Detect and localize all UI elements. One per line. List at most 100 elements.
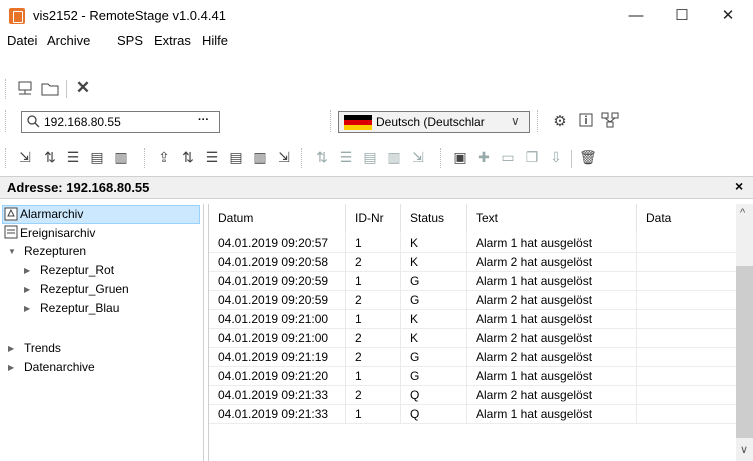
toolbar-grip[interactable] [537,110,541,132]
table-cell[interactable]: Q [401,405,467,424]
column-header-text[interactable]: Text [467,204,637,233]
scroll-up-icon[interactable]: ^ [740,207,745,219]
menu-archive[interactable]: Archive [47,33,90,48]
disconnect-x-icon[interactable]: ✕ [73,78,93,98]
toolbar-grip[interactable] [440,148,444,168]
save-icon[interactable]: ▣ [450,149,470,166]
table-cell[interactable] [637,291,737,310]
table-cell[interactable]: K [401,253,467,272]
tree-item-alarmarchiv[interactable]: Alarmarchiv [2,205,200,224]
table-cell[interactable]: Alarm 1 hat ausgelöst [467,310,637,329]
table-cell[interactable]: G [401,367,467,386]
table-cell[interactable]: G [401,348,467,367]
export-icon[interactable]: ⇲ [408,149,428,166]
chart-icon[interactable]: ▥ [111,149,131,166]
menu-hilfe[interactable]: Hilfe [202,33,228,48]
transfer-icon[interactable]: ⇩ [546,149,566,166]
minimize-button[interactable]: — [613,0,659,31]
table-cell[interactable]: 2 [346,291,401,310]
collapsed-triangle-icon[interactable]: ▶ [8,339,14,358]
table-cell[interactable]: 04.01.2019 09:21:33 [209,386,346,405]
table-cell[interactable]: 2 [346,253,401,272]
connect-icon[interactable] [15,80,35,101]
table-cell[interactable] [637,310,737,329]
chart-icon[interactable]: ▥ [250,149,270,166]
table-cell[interactable]: 1 [346,310,401,329]
toolbar-grip[interactable] [5,148,9,168]
network-icon[interactable] [600,112,620,131]
table-cell[interactable]: 04.01.2019 09:21:33 [209,405,346,424]
table-icon[interactable]: ▤ [87,149,107,166]
table-cell[interactable]: 04.01.2019 09:20:58 [209,253,346,272]
expanded-triangle-icon[interactable]: ▼ [8,242,16,261]
menu-datei[interactable]: Datei [7,33,37,48]
address-combo[interactable]: 192.168.80.55 ··· [21,111,220,133]
table-cell[interactable]: Alarm 2 hat ausgelöst [467,329,637,348]
table-cell[interactable]: 1 [346,272,401,291]
gear-icon[interactable]: ⚙ [550,112,570,130]
column-header-data[interactable]: Data [637,204,737,233]
table-cell[interactable] [637,272,737,291]
table-cell[interactable] [637,234,737,253]
table-icon[interactable]: ▤ [360,149,380,166]
table-cell[interactable]: K [401,329,467,348]
toolbar-grip[interactable] [5,79,9,99]
table-cell[interactable] [637,405,737,424]
table-cell[interactable]: 1 [346,367,401,386]
scrollbar-thumb[interactable] [736,266,753,438]
table-cell[interactable]: K [401,234,467,253]
table-cell[interactable]: 2 [346,329,401,348]
menu-extras[interactable]: Extras [154,33,191,48]
table-cell[interactable]: Alarm 1 hat ausgelöst [467,234,637,253]
table-cell[interactable]: Alarm 1 hat ausgelöst [467,367,637,386]
chart-icon[interactable]: ▥ [384,149,404,166]
table-cell[interactable]: Alarm 2 hat ausgelöst [467,386,637,405]
language-select[interactable]: Deutsch (Deutschlar ∨ [338,111,530,133]
toolbar-grip[interactable] [301,148,305,168]
table-icon[interactable]: ▤ [226,149,246,166]
table-cell[interactable] [637,367,737,386]
close-button[interactable]: ✕ [705,0,751,31]
toolbar-grip[interactable] [5,110,9,132]
sort-icon[interactable]: ⇅ [312,149,332,166]
table-cell[interactable]: Alarm 2 hat ausgelöst [467,348,637,367]
list-icon[interactable]: ☰ [202,149,222,166]
table-cell[interactable]: G [401,272,467,291]
add-icon[interactable]: ✚ [474,149,494,166]
table-cell[interactable]: Q [401,386,467,405]
export-icon[interactable]: ⇲ [274,149,294,166]
table-cell[interactable]: 04.01.2019 09:21:20 [209,367,346,386]
address-more-button[interactable]: ··· [198,114,209,126]
table-cell[interactable]: 04.01.2019 09:21:19 [209,348,346,367]
table-cell[interactable] [637,329,737,348]
address-input[interactable]: 192.168.80.55 [44,115,121,129]
table-cell[interactable]: Alarm 2 hat ausgelöst [467,253,637,272]
table-cell[interactable]: 04.01.2019 09:20:57 [209,234,346,253]
collapsed-triangle-icon[interactable]: ▶ [24,261,30,280]
table-cell[interactable]: 04.01.2019 09:20:59 [209,291,346,310]
scroll-down-icon[interactable]: ∨ [740,443,748,456]
table-cell[interactable]: 04.01.2019 09:20:59 [209,272,346,291]
table-cell[interactable]: 04.01.2019 09:21:00 [209,329,346,348]
maximize-button[interactable]: ☐ [659,0,705,31]
menu-sps[interactable]: SPS [117,33,143,48]
table-cell[interactable]: Alarm 2 hat ausgelöst [467,291,637,310]
table-cell[interactable]: K [401,310,467,329]
export-icon[interactable]: ⇲ [15,149,35,166]
table-cell[interactable]: 04.01.2019 09:21:00 [209,310,346,329]
toolbar-grip[interactable] [330,110,334,132]
upload-icon[interactable]: ⇪ [154,149,174,166]
sort-icon[interactable]: ⇅ [178,149,198,166]
info-icon[interactable] [576,112,596,131]
table-cell[interactable] [637,348,737,367]
table-cell[interactable]: 2 [346,386,401,405]
copy-icon[interactable]: ❐ [522,149,542,166]
table-cell[interactable]: 2 [346,348,401,367]
delete-icon[interactable]: 🗑 [578,149,598,166]
collapsed-triangle-icon[interactable]: ▶ [8,358,14,377]
rename-icon[interactable]: ▭ [498,149,518,166]
collapsed-triangle-icon[interactable]: ▶ [24,280,30,299]
table-cell[interactable]: 1 [346,234,401,253]
toolbar-grip[interactable] [144,148,148,168]
table-cell[interactable]: 1 [346,405,401,424]
